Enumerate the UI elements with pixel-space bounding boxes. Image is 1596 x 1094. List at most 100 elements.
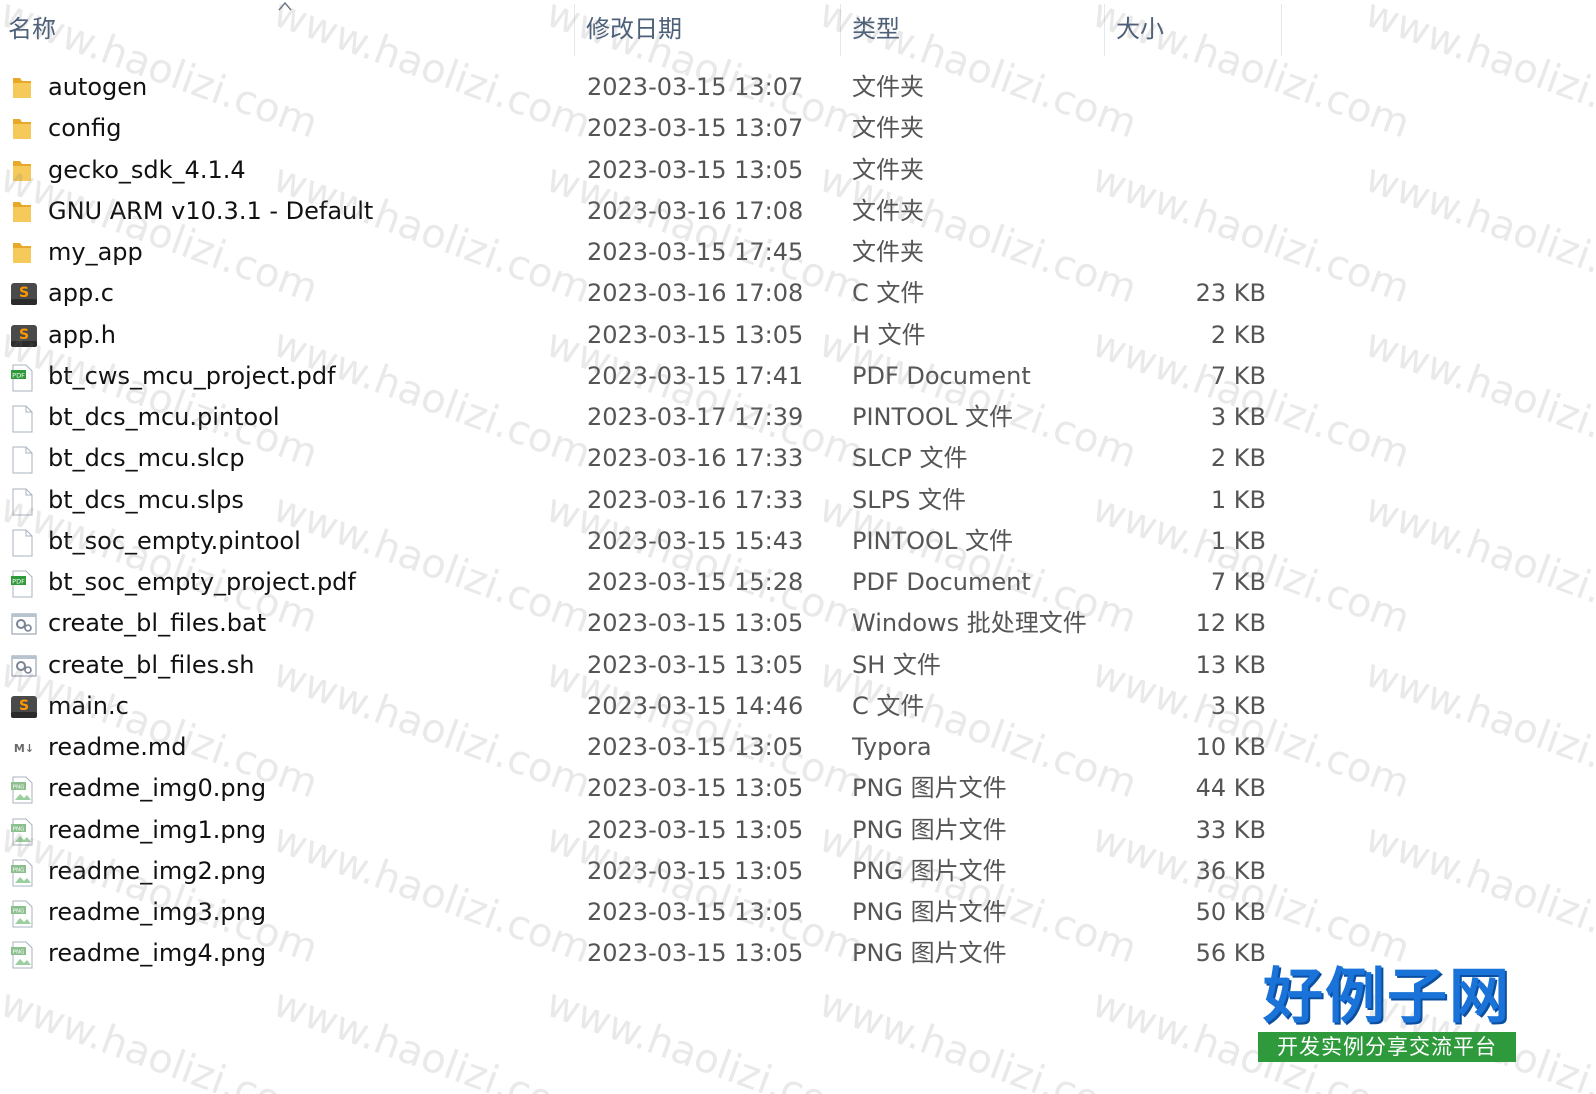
file-row[interactable]: PDF bt_soc_empty_project.pdf 2023-03-15 15… <box>0 562 1290 603</box>
file-modified-date: 2023-03-15 13:05 <box>587 155 804 184</box>
file-size <box>1110 67 1266 108</box>
svg-text:PNG: PNG <box>13 785 25 791</box>
file-type: C 文件 <box>852 691 925 720</box>
file-row[interactable]: GNU ARM v10.3.1 - Default 2023-03-16 17:0… <box>0 191 1290 232</box>
file-size <box>1110 150 1266 191</box>
file-name: readme_img1.png <box>48 815 267 844</box>
file-modified-date: 2023-03-15 14:46 <box>587 691 804 720</box>
file-modified-date: 2023-03-15 13:05 <box>587 815 804 844</box>
file-size: 1 KB <box>1210 526 1266 555</box>
file-modified-date: 2023-03-15 13:07 <box>587 73 804 101</box>
column-divider[interactable] <box>1104 4 1105 56</box>
png-file-icon: PNG <box>10 851 40 892</box>
svg-text:PDF: PDF <box>12 371 25 379</box>
svg-text:PDF: PDF <box>12 578 25 586</box>
file-modified-date: 2023-03-16 17:08 <box>587 196 804 225</box>
file-row[interactable]: PNG readme_img4.png 2023-03-15 13:05 PNG 图片… <box>0 933 1290 974</box>
file-size: 3 KB <box>1210 403 1266 431</box>
file-size: 50 KB <box>1195 898 1266 926</box>
file-row[interactable]: Sapp.h 2023-03-15 13:05 H 文件 2 KB <box>0 315 1290 356</box>
file-name: bt_soc_empty_project.pdf <box>48 568 356 596</box>
file-name: readme.md <box>48 733 187 761</box>
png-file-icon: PNG <box>10 933 40 974</box>
svg-text:PNG: PNG <box>13 950 25 956</box>
file-modified-date: 2023-03-15 13:07 <box>587 114 804 143</box>
file-name: autogen <box>48 73 148 101</box>
column-header-date[interactable]: 修改日期 <box>578 0 840 56</box>
file-type: C 文件 <box>852 279 925 308</box>
file-modified-date: 2023-03-16 17:08 <box>587 279 804 308</box>
file-name: bt_dcs_mcu.slps <box>48 485 244 514</box>
file-modified-date: 2023-03-15 13:05 <box>587 733 804 761</box>
file-size <box>1110 108 1266 149</box>
file-type: PINTOOL 文件 <box>852 403 1013 431</box>
watermark-text: www.haolizi.com <box>267 980 597 1094</box>
file-row[interactable]: PNG readme_img3.png 2023-03-15 13:05 PNG 图片… <box>0 892 1290 933</box>
file-size: 3 KB <box>1210 691 1266 720</box>
file-modified-date: 2023-03-17 17:39 <box>587 403 804 431</box>
svg-text:S: S <box>19 698 29 714</box>
file-row[interactable]: my_app 2023-03-15 17:45 文件夹 <box>0 232 1290 273</box>
png-file-icon: PNG <box>10 892 40 933</box>
file-row[interactable]: PNG readme_img2.png 2023-03-15 13:05 PNG 图片… <box>0 851 1290 892</box>
watermark-text: www.haolizi.com <box>813 980 1143 1094</box>
file-row[interactable]: bt_soc_empty.pintool 2023-03-15 15:43 PINT… <box>0 521 1290 562</box>
file-row[interactable]: bt_dcs_mcu.slcp 2023-03-16 17:33 SLCP 文件 2 … <box>0 438 1290 479</box>
sublime-text-icon: S <box>10 315 40 356</box>
blank-file-icon <box>10 521 40 562</box>
file-row[interactable]: PNG readme_img1.png 2023-03-15 13:05 PNG 图片… <box>0 810 1290 851</box>
file-modified-date: 2023-03-15 13:05 <box>587 898 804 926</box>
file-row[interactable]: bt_dcs_mcu.slps 2023-03-16 17:33 SLPS 文件 1 … <box>0 480 1290 521</box>
png-file-icon: PNG <box>10 810 40 851</box>
file-row[interactable]: create_bl_files.bat 2023-03-15 13:05 Windo… <box>0 603 1290 644</box>
file-row[interactable]: Smain.c 2023-03-15 14:46 C 文件 3 KB <box>0 686 1290 727</box>
file-row[interactable]: gecko_sdk_4.1.4 2023-03-15 13:05 文件夹 <box>0 150 1290 191</box>
file-type: PNG 图片文件 <box>852 898 1007 926</box>
file-row[interactable]: bt_dcs_mcu.pintool 2023-03-17 17:39 PINTOO… <box>0 397 1290 438</box>
file-type: 文件夹 <box>852 196 924 225</box>
file-row[interactable]: Sapp.c 2023-03-16 17:08 C 文件 23 KB <box>0 273 1290 314</box>
file-type: PNG 图片文件 <box>852 815 1007 844</box>
file-modified-date: 2023-03-15 13:05 <box>587 939 804 968</box>
blank-file-icon <box>10 438 40 479</box>
column-divider[interactable] <box>574 4 575 56</box>
file-name: config <box>48 114 122 143</box>
file-name: create_bl_files.sh <box>48 650 255 679</box>
file-row[interactable]: PDF bt_cws_mcu_project.pdf 2023-03-15 17:4… <box>0 356 1290 397</box>
file-name: readme_img0.png <box>48 774 267 803</box>
file-type: PNG 图片文件 <box>852 856 1007 885</box>
file-size: 13 KB <box>1195 650 1266 679</box>
svg-text:PNG: PNG <box>13 867 25 873</box>
file-row[interactable]: autogen 2023-03-15 13:07 文件夹 <box>0 67 1290 108</box>
file-modified-date: 2023-03-16 17:33 <box>587 485 804 514</box>
file-size: 1 KB <box>1210 485 1266 514</box>
file-name: bt_dcs_mcu.slcp <box>48 444 245 473</box>
file-row[interactable]: config 2023-03-15 13:07 文件夹 <box>0 108 1290 149</box>
markdown-file-icon: M↓ <box>10 727 40 768</box>
column-header-type[interactable]: 类型 <box>844 0 1106 56</box>
folder-icon <box>10 67 40 108</box>
file-name: app.h <box>48 320 117 349</box>
file-modified-date: 2023-03-15 13:05 <box>587 650 804 679</box>
file-row[interactable]: PNG readme_img0.png 2023-03-15 13:05 PNG 图片… <box>0 768 1290 809</box>
file-modified-date: 2023-03-16 17:33 <box>587 444 804 473</box>
file-size: 36 KB <box>1195 856 1266 885</box>
file-name: gecko_sdk_4.1.4 <box>48 155 246 184</box>
column-header-size[interactable]: 大小 <box>1108 0 1282 56</box>
file-size: 7 KB <box>1210 568 1266 596</box>
file-type: 文件夹 <box>852 114 924 143</box>
file-type: SLCP 文件 <box>852 444 968 473</box>
file-name: bt_soc_empty.pintool <box>48 526 301 555</box>
file-modified-date: 2023-03-15 15:43 <box>587 526 804 555</box>
folder-icon <box>10 191 40 232</box>
file-row[interactable]: M↓ readme.md 2023-03-15 13:05 Typora 10 KB <box>0 727 1290 768</box>
batch-script-icon <box>10 645 40 686</box>
file-name: my_app <box>48 238 143 266</box>
column-divider[interactable] <box>1281 4 1282 56</box>
file-name: GNU ARM v10.3.1 - Default <box>48 196 374 225</box>
file-type: PDF Document <box>852 361 1031 390</box>
file-size: 2 KB <box>1210 320 1266 349</box>
file-row[interactable]: create_bl_files.sh 2023-03-15 13:05 SH 文件 1… <box>0 645 1290 686</box>
file-size: 23 KB <box>1195 279 1266 308</box>
column-divider[interactable] <box>840 4 841 56</box>
